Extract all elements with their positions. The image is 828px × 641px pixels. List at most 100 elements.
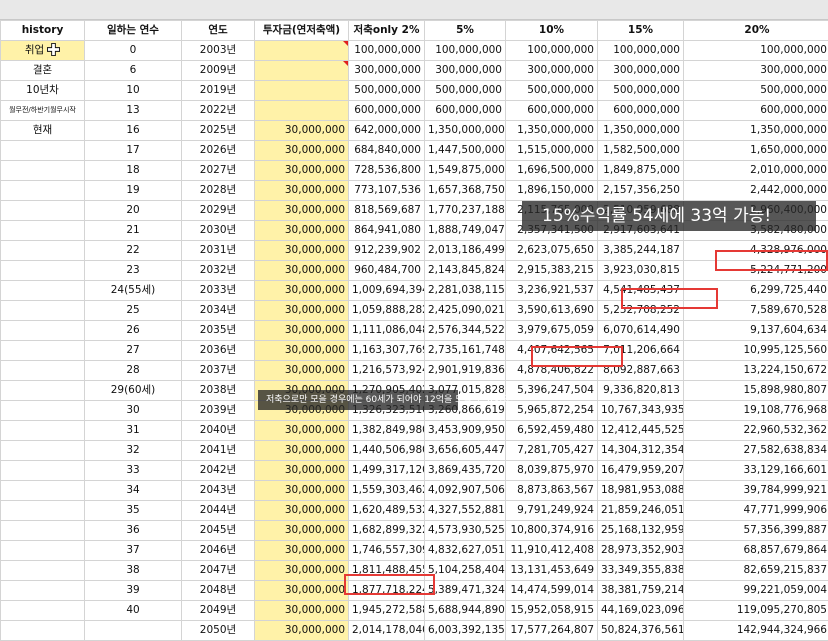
cell-investment[interactable]: 30,000,000 — [255, 201, 349, 221]
col-header-15pct[interactable]: 15% — [598, 21, 684, 41]
cell-savings-2[interactable]: 818,569,687 — [349, 201, 425, 221]
cell-history[interactable] — [1, 341, 85, 361]
cell-20pct[interactable]: 100,000,000 — [684, 41, 828, 61]
cell-10pct[interactable]: 6,592,459,480 — [506, 421, 598, 441]
cell-20pct[interactable]: 1,650,000,000 — [684, 141, 828, 161]
cell-work-years[interactable]: 40 — [85, 601, 182, 621]
cell-5pct[interactable]: 2,735,161,748 — [425, 341, 506, 361]
cell-year[interactable]: 2035년 — [182, 321, 255, 341]
cell-work-years[interactable]: 22 — [85, 241, 182, 261]
cell-history[interactable] — [1, 281, 85, 301]
cell-savings-2[interactable]: 642,000,000 — [349, 121, 425, 141]
cell-savings-2[interactable]: 1,440,506,980 — [349, 441, 425, 461]
cell-investment[interactable]: 30,000,000 — [255, 241, 349, 261]
cell-savings-2[interactable]: 1,945,272,588 — [349, 601, 425, 621]
cell-work-years[interactable]: 29(60세) — [85, 381, 182, 401]
cell-15pct[interactable]: 1,582,500,000 — [598, 141, 684, 161]
cell-year[interactable]: 2031년 — [182, 241, 255, 261]
cell-work-years[interactable]: 27 — [85, 341, 182, 361]
cell-20pct[interactable]: 7,589,670,528 — [684, 301, 828, 321]
col-header-5pct[interactable]: 5% — [425, 21, 506, 41]
cell-5pct[interactable]: 4,573,930,525 — [425, 521, 506, 541]
cell-investment[interactable]: 30,000,000 — [255, 621, 349, 641]
cell-15pct[interactable]: 44,169,023,096 — [598, 601, 684, 621]
cell-year[interactable]: 2047년 — [182, 561, 255, 581]
cell-10pct[interactable]: 2,915,383,215 — [506, 261, 598, 281]
cell-investment[interactable]: 30,000,000 — [255, 501, 349, 521]
cell-15pct[interactable]: 18,981,953,088 — [598, 481, 684, 501]
cell-work-years[interactable]: 0 — [85, 41, 182, 61]
cell-20pct[interactable]: 1,350,000,000 — [684, 121, 828, 141]
cell-15pct[interactable]: 14,304,312,354 — [598, 441, 684, 461]
cell-20pct[interactable]: 4,328,976,000 — [684, 241, 828, 261]
cell-5pct[interactable]: 2,143,845,824 — [425, 261, 506, 281]
cell-work-years[interactable]: 23 — [85, 261, 182, 281]
cell-investment[interactable]: 30,000,000 — [255, 281, 349, 301]
cell-year[interactable]: 2030년 — [182, 221, 255, 241]
cell-15pct[interactable]: 5,252,708,252 — [598, 301, 684, 321]
cell-15pct[interactable]: 600,000,000 — [598, 101, 684, 121]
cell-investment[interactable]: 30,000,000 — [255, 521, 349, 541]
cell-5pct[interactable]: 1,657,368,750 — [425, 181, 506, 201]
cell-10pct[interactable]: 100,000,000 — [506, 41, 598, 61]
cell-year[interactable]: 2041년 — [182, 441, 255, 461]
cell-5pct[interactable]: 2,013,186,499 — [425, 241, 506, 261]
cell-work-years[interactable]: 19 — [85, 181, 182, 201]
cell-savings-2[interactable]: 728,536,800 — [349, 161, 425, 181]
cell-savings-2[interactable]: 1,009,694,394 — [349, 281, 425, 301]
cell-10pct[interactable]: 15,952,058,915 — [506, 601, 598, 621]
cell-5pct[interactable]: 5,688,944,890 — [425, 601, 506, 621]
cell-savings-2[interactable]: 600,000,000 — [349, 101, 425, 121]
cell-savings-2[interactable]: 1,877,718,224 — [349, 581, 425, 601]
cell-year[interactable]: 2009년 — [182, 61, 255, 81]
cell-history[interactable] — [1, 141, 85, 161]
cell-savings-2[interactable]: 300,000,000 — [349, 61, 425, 81]
cell-20pct[interactable]: 22,960,532,362 — [684, 421, 828, 441]
cell-10pct[interactable]: 500,000,000 — [506, 81, 598, 101]
cell-15pct[interactable]: 38,381,759,214 — [598, 581, 684, 601]
cell-savings-2[interactable]: 1,499,317,120 — [349, 461, 425, 481]
cell-10pct[interactable]: 3,236,921,537 — [506, 281, 598, 301]
cell-10pct[interactable]: 1,896,150,000 — [506, 181, 598, 201]
cell-work-years[interactable]: 28 — [85, 361, 182, 381]
cell-work-years[interactable]: 13 — [85, 101, 182, 121]
cell-work-years[interactable]: 25 — [85, 301, 182, 321]
cell-investment[interactable]: 30,000,000 — [255, 561, 349, 581]
cell-20pct[interactable]: 47,771,999,906 — [684, 501, 828, 521]
cell-year[interactable]: 2033년 — [182, 281, 255, 301]
cell-20pct[interactable]: 2,442,000,000 — [684, 181, 828, 201]
cell-history[interactable] — [1, 201, 85, 221]
cell-year[interactable]: 2039년 — [182, 401, 255, 421]
cell-20pct[interactable]: 5,224,771,200 — [684, 261, 828, 281]
cell-15pct[interactable]: 2,157,356,250 — [598, 181, 684, 201]
cell-15pct[interactable]: 100,000,000 — [598, 41, 684, 61]
cell-history[interactable] — [1, 161, 85, 181]
cell-10pct[interactable]: 600,000,000 — [506, 101, 598, 121]
cell-investment[interactable]: 30,000,000 — [255, 321, 349, 341]
cell-history[interactable] — [1, 541, 85, 561]
cell-investment[interactable] — [255, 41, 349, 61]
cell-20pct[interactable]: 600,000,000 — [684, 101, 828, 121]
cell-5pct[interactable]: 4,832,627,051 — [425, 541, 506, 561]
cell-history[interactable] — [1, 481, 85, 501]
cell-5pct[interactable]: 100,000,000 — [425, 41, 506, 61]
cell-15pct[interactable]: 3,923,030,815 — [598, 261, 684, 281]
cell-work-years[interactable]: 30 — [85, 401, 182, 421]
cell-year[interactable]: 2022년 — [182, 101, 255, 121]
cell-5pct[interactable]: 1,350,000,000 — [425, 121, 506, 141]
cell-15pct[interactable]: 21,859,246,051 — [598, 501, 684, 521]
cell-20pct[interactable]: 2,010,000,000 — [684, 161, 828, 181]
col-header-history[interactable]: history — [1, 21, 85, 41]
cell-10pct[interactable]: 11,910,412,408 — [506, 541, 598, 561]
cell-15pct[interactable]: 3,385,244,187 — [598, 241, 684, 261]
cell-year[interactable]: 2043년 — [182, 481, 255, 501]
cell-work-years[interactable]: 35 — [85, 501, 182, 521]
cell-10pct[interactable]: 17,577,264,807 — [506, 621, 598, 641]
cell-year[interactable]: 2003년 — [182, 41, 255, 61]
cell-year[interactable]: 2049년 — [182, 601, 255, 621]
cell-savings-2[interactable]: 500,000,000 — [349, 81, 425, 101]
cell-investment[interactable]: 30,000,000 — [255, 261, 349, 281]
cell-5pct[interactable]: 3,869,435,720 — [425, 461, 506, 481]
cell-investment[interactable]: 30,000,000 — [255, 341, 349, 361]
cell-year[interactable]: 2029년 — [182, 201, 255, 221]
